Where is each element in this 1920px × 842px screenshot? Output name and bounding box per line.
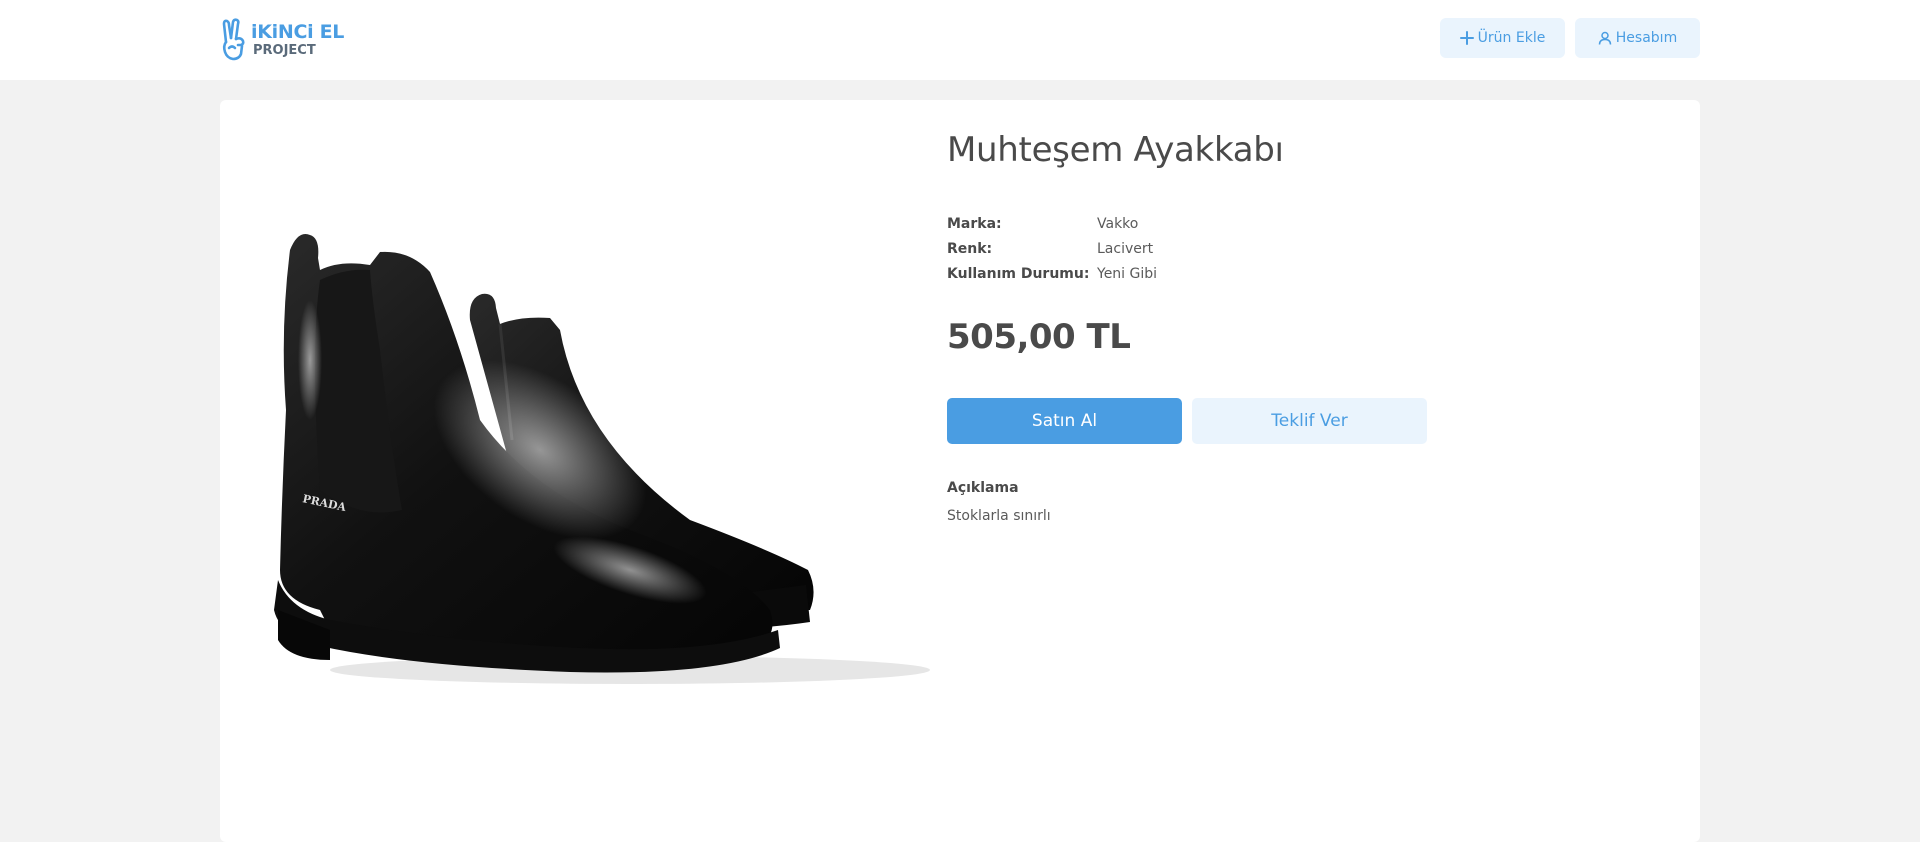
logo-subtitle: PROJECT	[253, 43, 316, 58]
site-logo[interactable]: iKiNCi EL PROJECT	[219, 18, 344, 62]
plus-icon	[1459, 31, 1474, 45]
add-product-label: Ürün Ekle	[1477, 30, 1546, 46]
account-label: Hesabım	[1615, 30, 1678, 46]
spec-row-color: Renk: Lacivert	[947, 236, 1157, 261]
description-text: Stoklarla sınırlı	[947, 508, 1051, 524]
logo-title: iKiNCi EL	[251, 21, 345, 43]
user-icon	[1598, 31, 1612, 45]
spec-value: Vakko	[1097, 215, 1139, 232]
add-product-button[interactable]: Ürün Ekle	[1440, 18, 1565, 58]
product-card: PRADA Muhteşem Ayakkabı Marka: Vakko Ren…	[220, 100, 1700, 842]
spec-row-brand: Marka: Vakko	[947, 211, 1157, 236]
account-button[interactable]: Hesabım	[1575, 18, 1700, 58]
spec-value: Yeni Gibi	[1097, 265, 1158, 282]
spec-label: Kullanım Durumu:	[947, 265, 1090, 282]
top-header: iKiNCi EL PROJECT Ürün Ekle Hesabım	[0, 0, 1920, 80]
spec-row-condition: Kullanım Durumu: Yeni Gibi	[947, 261, 1157, 286]
product-title: Muhteşem Ayakkabı	[947, 130, 1284, 170]
buy-button[interactable]: Satın Al	[947, 398, 1182, 444]
peace-hand-icon	[222, 18, 245, 61]
spec-label: Renk:	[947, 240, 993, 257]
spec-label: Marka:	[947, 215, 1002, 232]
make-offer-button[interactable]: Teklif Ver	[1192, 398, 1427, 444]
product-image: PRADA	[274, 234, 930, 684]
spec-value: Lacivert	[1097, 240, 1154, 257]
description-title: Açıklama	[947, 480, 1019, 496]
product-price: 505,00 TL	[947, 317, 1131, 357]
product-specs: Marka: Vakko Renk: Lacivert Kullanım Dur…	[947, 211, 1157, 286]
